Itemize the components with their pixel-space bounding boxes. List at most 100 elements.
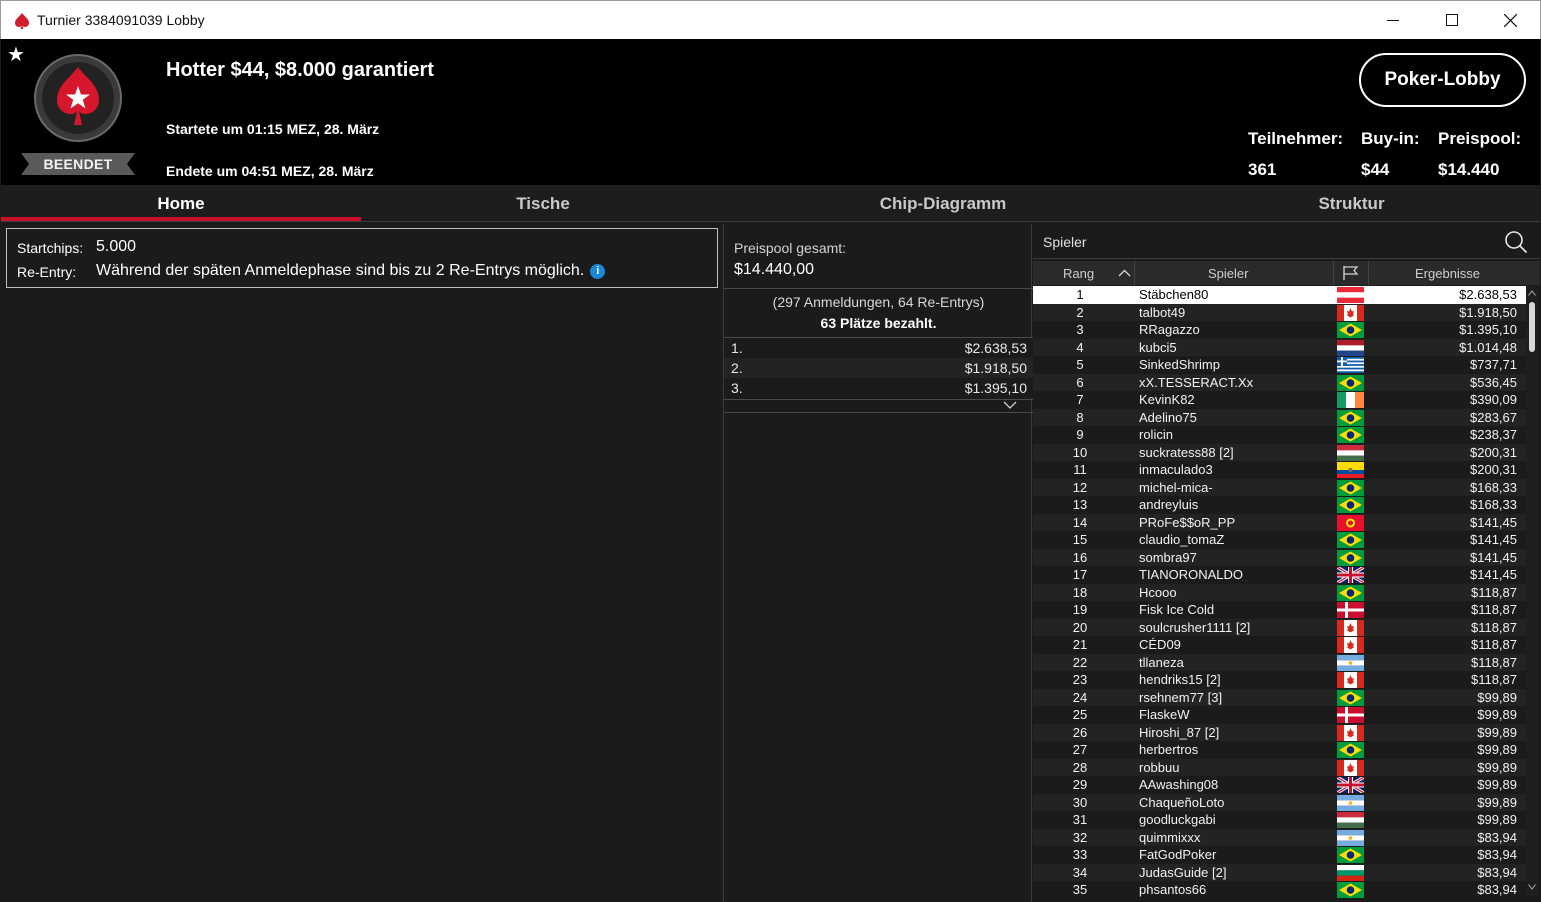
- column-header-rank[interactable]: Rang: [1063, 266, 1094, 281]
- players-scrollbar[interactable]: [1526, 286, 1538, 896]
- tab-home[interactable]: Home: [1, 185, 361, 221]
- close-button[interactable]: [1487, 1, 1533, 39]
- favorite-star-icon[interactable]: ★: [7, 45, 25, 65]
- player-rank: 14: [1072, 514, 1088, 530]
- search-icon[interactable]: [1504, 230, 1528, 254]
- player-result: $238,37: [1470, 427, 1517, 442]
- minimize-button[interactable]: [1370, 1, 1416, 39]
- table-row[interactable]: 16 sombra97 $141,45: [1033, 548, 1528, 566]
- poker-lobby-button[interactable]: Poker-Lobby: [1359, 53, 1526, 107]
- table-row[interactable]: 11 inmaculado3 $200,31: [1033, 461, 1528, 479]
- column-header-results[interactable]: Ergebnisse: [1415, 266, 1480, 281]
- table-row[interactable]: 29 AAwashing08 $99,89: [1033, 775, 1528, 795]
- table-row[interactable]: 1 Stäbchen80 $2.638,53: [1033, 286, 1528, 304]
- table-row[interactable]: 20 soulcrusher1111 [2] $118,87: [1033, 618, 1528, 636]
- table-row[interactable]: 4 kubci5 $1.014,48: [1033, 338, 1528, 356]
- table-row[interactable]: 26 Hiroshi_87 [2] $99,89: [1033, 723, 1528, 741]
- table-row[interactable]: 17 TIANORONALDO $141,45: [1033, 565, 1528, 585]
- player-rank: 33: [1072, 847, 1088, 862]
- table-row[interactable]: 27 herbertros $99,89: [1033, 741, 1528, 759]
- player-rank: 34: [1072, 864, 1088, 880]
- paid-places: 63 Plätze bezahlt.: [820, 315, 937, 331]
- player-rank: 26: [1072, 724, 1088, 740]
- table-row[interactable]: 21 CÉD09 $118,87: [1033, 636, 1528, 654]
- table-row[interactable]: 6 xX.TESSERACT.Xx $536,45: [1033, 373, 1528, 391]
- player-result: $99,89: [1477, 707, 1517, 722]
- player-name: hendriks15 [2]: [1139, 672, 1221, 687]
- player-result: $141,45: [1470, 514, 1517, 530]
- country-flag-icon: [1337, 882, 1364, 898]
- divider: [724, 288, 1033, 289]
- reentry-label: Re-Entry:: [17, 264, 77, 280]
- player-name: herbertros: [1139, 742, 1199, 757]
- table-row[interactable]: 19 Fisk Ice Cold $118,87: [1033, 601, 1528, 619]
- table-row[interactable]: 5 SinkedShrimp $737,71: [1033, 356, 1528, 374]
- country-flag-column-icon[interactable]: [1342, 265, 1360, 281]
- player-result: $1.395,10: [1459, 322, 1517, 337]
- table-row[interactable]: 31 goodluckgabi $99,89: [1033, 811, 1528, 829]
- tab-chip-diagramm[interactable]: Chip-Diagramm: [723, 185, 1163, 221]
- table-row[interactable]: 22 tllaneza $118,87: [1033, 653, 1528, 671]
- player-name: RRagazzo: [1139, 322, 1200, 337]
- payout-row: 3. $1.395,10: [724, 378, 1033, 398]
- country-flag-icon: [1337, 724, 1364, 741]
- player-rank: 21: [1072, 637, 1088, 652]
- scroll-up-icon[interactable]: [1528, 290, 1536, 296]
- table-row[interactable]: 35 phsantos66 $83,94: [1033, 881, 1528, 899]
- table-row[interactable]: 13 andreyluis $168,33: [1033, 496, 1528, 514]
- table-row[interactable]: 25 FlaskeW $99,89: [1033, 706, 1528, 724]
- player-rank: 7: [1076, 392, 1084, 407]
- table-row[interactable]: 2 talbot49 $1.918,50: [1033, 303, 1528, 321]
- player-name: rsehnem77 [3]: [1139, 689, 1223, 705]
- player-result: $536,45: [1470, 374, 1517, 390]
- table-row[interactable]: 12 michel-mica- $168,33: [1033, 478, 1528, 496]
- window-title: Turnier 3384091039 Lobby: [37, 12, 205, 28]
- startchips-value: 5.000: [96, 238, 137, 255]
- player-rank: 1: [1076, 287, 1084, 302]
- table-row[interactable]: 7 KevinK82 $390,09: [1033, 391, 1528, 409]
- scroll-thumb[interactable]: [1529, 302, 1535, 352]
- maximize-button[interactable]: [1429, 1, 1475, 39]
- player-name: Fisk Ice Cold: [1139, 602, 1215, 617]
- sort-ascending-icon[interactable]: [1118, 269, 1131, 277]
- table-row[interactable]: 3 RRagazzo $1.395,10: [1033, 321, 1528, 339]
- table-row[interactable]: 33 FatGodPoker $83,94: [1033, 846, 1528, 864]
- player-result: $1.918,50: [1459, 304, 1517, 320]
- player-rank: 19: [1072, 602, 1088, 617]
- country-flag-icon: [1337, 654, 1364, 671]
- country-flag-icon: [1337, 532, 1364, 548]
- country-flag-icon: [1337, 619, 1364, 636]
- table-row[interactable]: 15 claudio_tomaZ $141,45: [1033, 531, 1528, 549]
- player-rank: 16: [1072, 549, 1088, 565]
- table-row[interactable]: 34 JudasGuide [2] $83,94: [1033, 863, 1528, 881]
- column-header-player[interactable]: Spieler: [1208, 266, 1248, 281]
- tab-struktur[interactable]: Struktur: [1163, 185, 1540, 221]
- table-row[interactable]: 14 PRoFe$$oR_PP $141,45: [1033, 513, 1528, 531]
- tab-tische[interactable]: Tische: [363, 185, 723, 221]
- player-rank: 4: [1076, 339, 1084, 355]
- country-flag-icon: [1337, 444, 1364, 461]
- player-name: KevinK82: [1139, 392, 1195, 407]
- player-name: rolicin: [1139, 427, 1173, 442]
- player-search[interactable]: Spieler: [1033, 224, 1540, 259]
- table-row[interactable]: 23 hendriks15 [2] $118,87: [1033, 671, 1528, 689]
- country-flag-icon: [1337, 602, 1364, 618]
- table-row[interactable]: 30 ChaqueñoLoto $99,89: [1033, 793, 1528, 811]
- prizepool-value: $14.440: [1438, 160, 1500, 179]
- info-icon[interactable]: i: [590, 264, 606, 279]
- player-result: $737,71: [1470, 357, 1517, 372]
- table-row[interactable]: 28 robbuu $99,89: [1033, 758, 1528, 776]
- country-flag-icon: [1337, 794, 1364, 811]
- scroll-down-icon[interactable]: [1528, 884, 1536, 890]
- player-result: $283,67: [1470, 409, 1517, 425]
- players-table-body: 1 Stäbchen80 $2.638,53 2 talbot49 $1.918,50 3 R…: [1033, 286, 1528, 902]
- table-row[interactable]: 10 suckratess88 [2] $200,31: [1033, 443, 1528, 461]
- table-row[interactable]: 24 rsehnem77 [3] $99,89: [1033, 688, 1528, 706]
- player-rank: 12: [1072, 479, 1088, 495]
- table-row[interactable]: 8 Adelino75 $283,67: [1033, 408, 1528, 426]
- table-row[interactable]: 18 Hcooo $118,87: [1033, 583, 1528, 601]
- reentry-info: Während der späten Anmeldephase sind bis…: [96, 262, 606, 280]
- expand-payouts-chevron-icon[interactable]: [1003, 401, 1017, 410]
- table-row[interactable]: 9 rolicin $238,37: [1033, 426, 1528, 444]
- table-row[interactable]: 32 quimmixxx $83,94: [1033, 828, 1528, 846]
